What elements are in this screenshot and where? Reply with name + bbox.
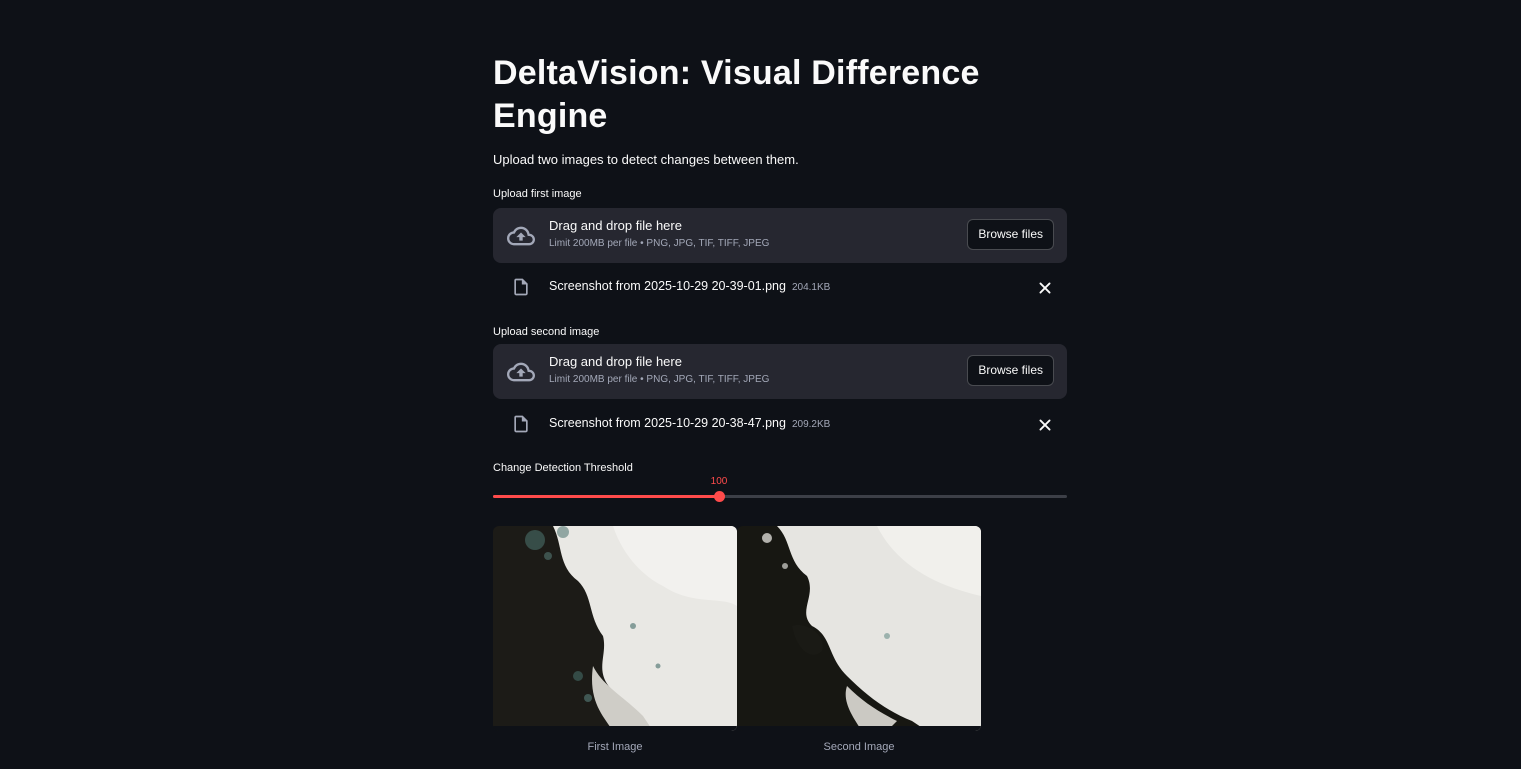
browse-files-button-first[interactable]: Browse files [967,219,1054,250]
drop-instruction: Drag and drop file here [549,218,682,233]
close-icon[interactable] [1035,415,1055,435]
first-image-caption: First Image [587,741,643,753]
satellite-image-second [737,526,981,731]
second-image-preview [737,526,981,731]
file-name-text: Screenshot from 2025-10-29 20-39-01.png [549,279,786,293]
file-name: Screenshot from 2025-10-29 20-39-01.png 2… [549,278,830,296]
dropzone-text: Drag and drop file here Limit 200MB per … [549,354,769,386]
dropzone-text: Drag and drop file here Limit 200MB per … [549,218,769,250]
file-size: 204.1KB [791,282,831,293]
threshold-slider-fill [493,495,719,498]
browse-files-button-second[interactable]: Browse files [967,355,1054,386]
page-description: Upload two images to detect changes betw… [493,152,799,167]
satellite-image-first [493,526,737,731]
threshold-slider-value: 100 [710,476,728,487]
file-name: Screenshot from 2025-10-29 20-38-47.png 2… [549,415,830,433]
file-limit-note: Limit 200MB per file • PNG, JPG, TIF, TI… [549,238,770,249]
threshold-slider-label: Change Detection Threshold [493,462,633,474]
file-name-text: Screenshot from 2025-10-29 20-38-47.png [549,416,786,430]
file-limit-note: Limit 200MB per file • PNG, JPG, TIF, TI… [549,374,770,385]
second-image-caption: Second Image [823,741,895,753]
first-image-preview [493,526,737,731]
upload-first-dropzone[interactable]: Drag and drop file here Limit 200MB per … [493,208,1067,263]
threshold-slider[interactable] [493,491,1067,502]
upload-first-label: Upload first image [493,188,582,200]
uploaded-file-second: Screenshot from 2025-10-29 20-38-47.png 2… [493,409,1067,441]
file-size: 209.2KB [791,419,831,430]
upload-second-label: Upload second image [493,326,600,338]
drop-instruction: Drag and drop file here [549,354,682,369]
file-icon [514,415,528,433]
upload-second-dropzone[interactable]: Drag and drop file here Limit 200MB per … [493,344,1067,399]
page-title: DeltaVision: Visual Difference Engine [493,54,980,135]
cloud-upload-icon [507,226,535,246]
uploaded-file-first: Screenshot from 2025-10-29 20-39-01.png 2… [493,272,1067,304]
cloud-upload-icon [507,362,535,382]
threshold-slider-thumb[interactable] [714,491,725,502]
close-icon[interactable] [1035,278,1055,298]
file-icon [514,278,528,296]
